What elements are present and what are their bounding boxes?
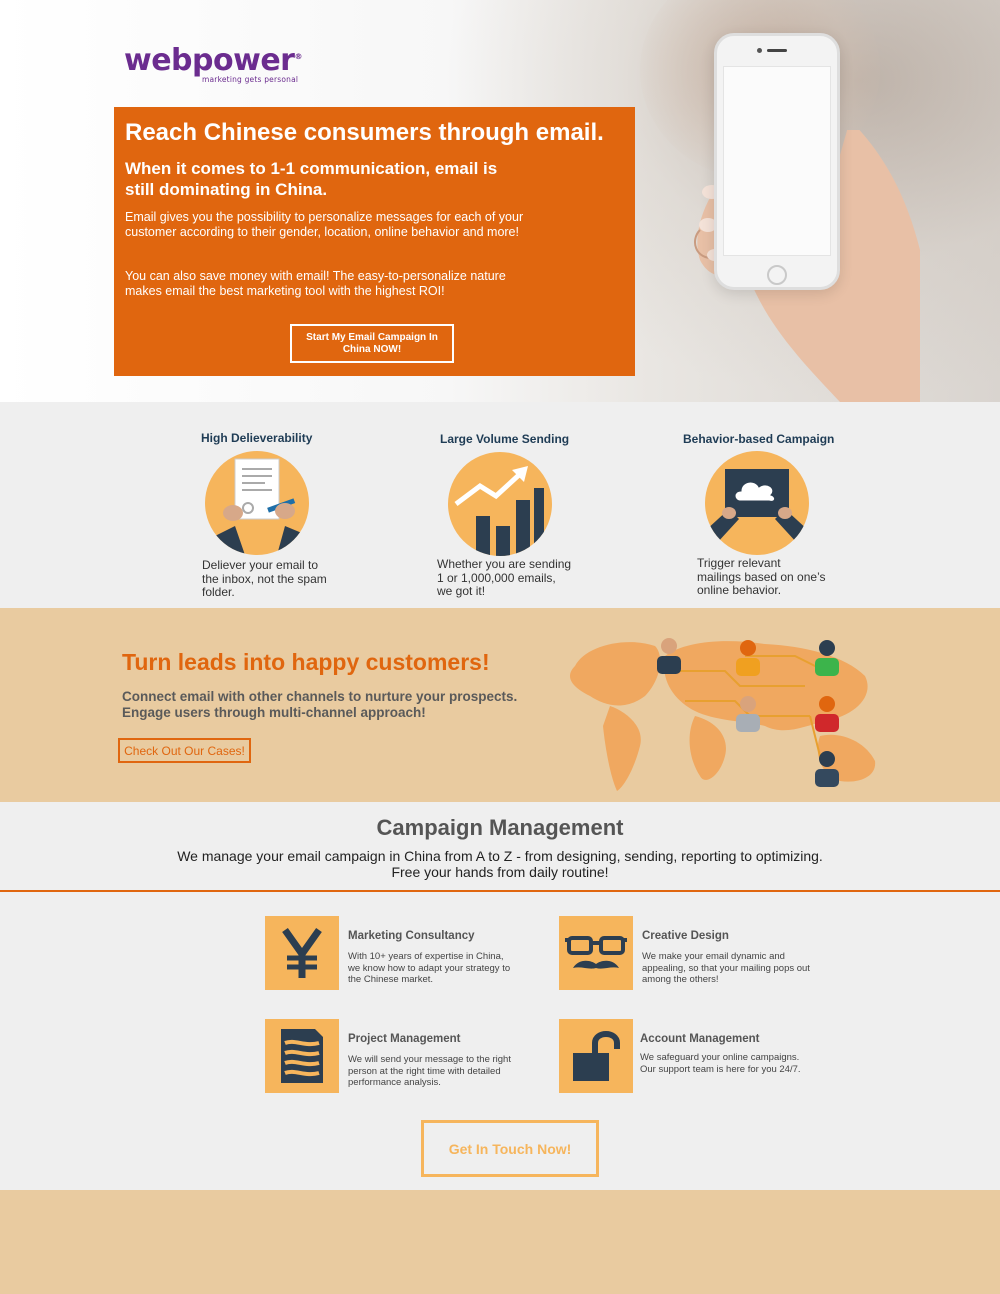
- hero-paragraph-roi: You can also save money with email! The …: [125, 269, 506, 298]
- document-lines-icon: [265, 1019, 339, 1093]
- feature-title-behavior: Behavior-based Campaign: [683, 432, 835, 446]
- leads-section: Turn leads into happy customers! Connect…: [0, 608, 1000, 802]
- get-in-touch-button[interactable]: Get In Touch Now!: [421, 1120, 599, 1177]
- campaign-title: Campaign Management: [376, 815, 624, 840]
- campaign-description: We manage your email campaign in China f…: [0, 848, 1000, 880]
- service-title-consultancy: Marketing Consultancy: [348, 930, 475, 942]
- service-text-account: We safeguard your online campaigns. Our …: [640, 1052, 801, 1075]
- services-section: Marketing Consultancy With 10+ years of …: [0, 892, 1000, 1190]
- phone-home-button: [767, 265, 787, 285]
- document-sign-icon: [205, 451, 309, 555]
- service-text-project: We will send your message to the right p…: [348, 1054, 511, 1088]
- features-section: High Delieverability Deliever your email…: [0, 402, 1000, 608]
- service-text-creative: We make your email dynamic and appealing…: [642, 951, 810, 985]
- hero-subtitle: When it comes to 1-1 communication, emai…: [125, 159, 498, 199]
- smartphone-icon: [714, 33, 840, 290]
- logo-text: webpower: [124, 43, 295, 78]
- glasses-mustache-icon: [559, 916, 633, 990]
- hero-paragraph-personalize: Email gives you the possibility to perso…: [125, 210, 524, 239]
- yen-icon: [265, 916, 339, 990]
- check-cases-button[interactable]: Check Out Our Cases!: [118, 738, 251, 763]
- cloud-tablet-icon: [705, 451, 809, 555]
- service-text-consultancy: With 10+ years of expertise in China, we…: [348, 951, 511, 985]
- hero-title: Reach Chinese consumers through email.: [125, 119, 604, 146]
- leads-line-1: Connect email with other channels to nur…: [122, 689, 518, 704]
- feature-title-deliverability: High Delieverability: [201, 431, 313, 445]
- service-title-project: Project Management: [348, 1033, 461, 1045]
- registered-mark-icon: ®: [294, 52, 302, 61]
- webpower-logo[interactable]: webpower® marketing gets personal: [124, 40, 302, 85]
- campaign-management-section: Campaign Management We manage your email…: [0, 802, 1000, 892]
- start-campaign-button[interactable]: Start My Email Campaign In China NOW!: [290, 324, 454, 363]
- logo-tagline: marketing gets personal: [202, 75, 299, 84]
- leads-line-2: Engage users through multi-channel appro…: [122, 705, 426, 720]
- service-title-account: Account Management: [640, 1033, 760, 1045]
- hero-panel: Reach Chinese consumers through email. W…: [114, 107, 635, 376]
- service-title-creative: Creative Design: [642, 930, 729, 942]
- world-map-people-icon: [570, 638, 876, 791]
- leads-title: Turn leads into happy customers!: [122, 649, 490, 675]
- feature-text-deliverability: Deliever your email to the inbox, not th…: [202, 558, 327, 599]
- feature-text-behavior: Trigger relevant mailings based on one’s…: [697, 556, 826, 597]
- leads-description: Connect email with other channels to nur…: [122, 689, 517, 721]
- footer-band: [0, 1190, 1000, 1294]
- campaign-line-1: We manage your email campaign in China f…: [177, 848, 823, 864]
- phone-screen: [723, 66, 831, 256]
- growth-chart-icon: [448, 452, 552, 556]
- feature-title-volume: Large Volume Sending: [440, 432, 570, 446]
- feature-text-volume: Whether you are sending 1 or 1,000,000 e…: [437, 557, 572, 598]
- campaign-line-2: Free your hands from daily routine!: [391, 864, 609, 880]
- unlocked-padlock-icon: [559, 1019, 633, 1093]
- hero-section: webpower® marketing gets personal Reach …: [0, 0, 1000, 402]
